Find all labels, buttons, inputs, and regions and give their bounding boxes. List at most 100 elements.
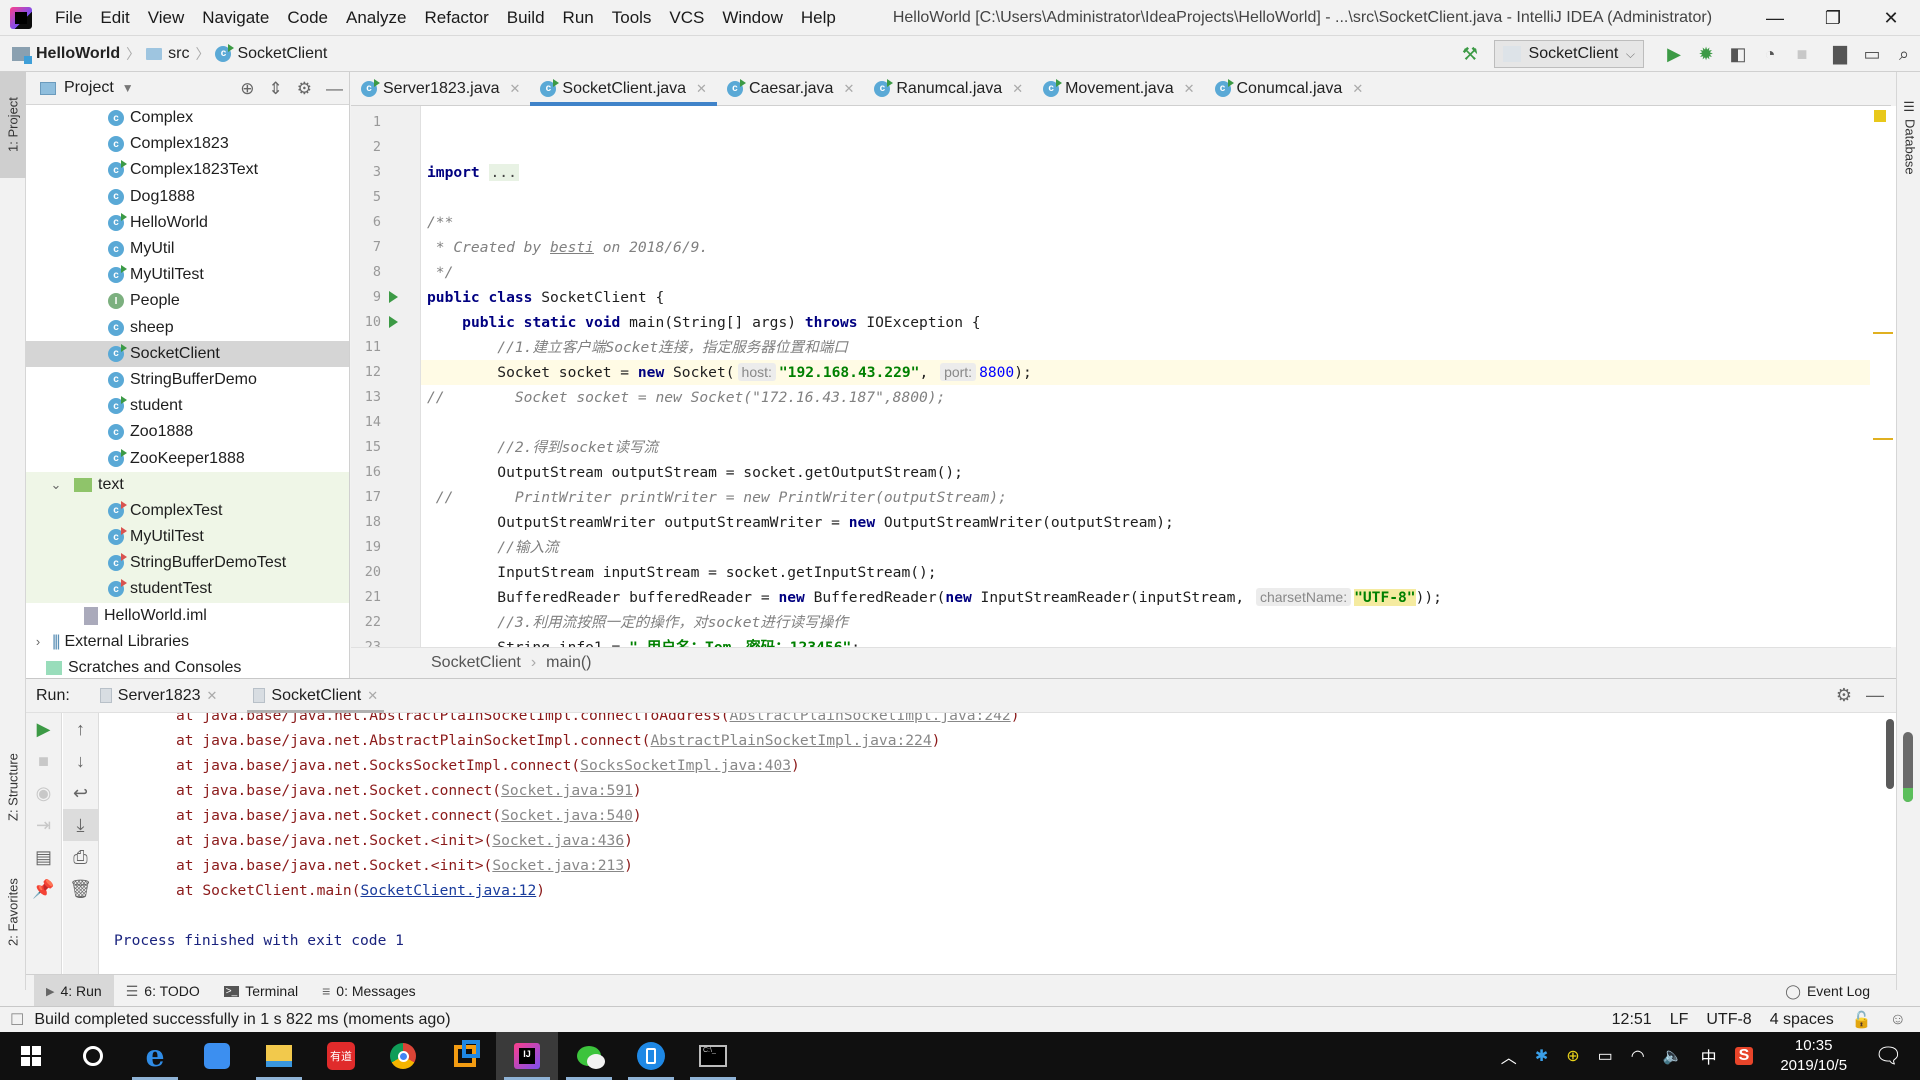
tree-item[interactable]: c HelloWorld (26, 210, 349, 236)
cortana-icon[interactable] (62, 1032, 124, 1080)
error-stripe[interactable] (1870, 106, 1896, 647)
edge-browser-icon[interactable]: e (124, 1032, 186, 1080)
tree-item-iml[interactable]: HelloWorld.iml (26, 603, 349, 629)
trash-icon[interactable]: 🗑 (63, 873, 98, 905)
code-line[interactable]: public static void main(String[] args) t… (421, 310, 1870, 335)
menu-navigate[interactable]: Navigate (193, 8, 278, 28)
gear-icon[interactable]: ⚙ (297, 79, 312, 99)
tree-item[interactable]: c Complex1823Text (26, 157, 349, 183)
source-link[interactable]: AbstractPlainSocketImpl.java:224 (650, 732, 931, 749)
stop-icon[interactable]: ■ (26, 745, 61, 777)
camera-icon[interactable]: ◉ (26, 777, 61, 809)
source-link[interactable]: Socket.java:436 (492, 832, 624, 849)
inspector-face-icon[interactable]: ☺ (1890, 1011, 1906, 1029)
input-method-indicator[interactable]: 中 (1701, 1044, 1717, 1068)
code-line[interactable]: //1.建立客户端Socket连接，指定服务器位置和端口 (421, 335, 1870, 360)
windows-start-icon[interactable] (0, 1032, 62, 1080)
code-line[interactable]: BufferedReader bufferedReader = new Buff… (421, 585, 1870, 610)
lock-open-icon[interactable]: 🔓 (1852, 1010, 1872, 1030)
tool-window-todo[interactable]: ☰ 6: TODO (114, 975, 212, 1008)
event-log-button[interactable]: ◯ Event Log (1773, 975, 1882, 1008)
warning-marker[interactable] (1873, 438, 1893, 440)
database-tool-tab[interactable]: ☰ Database (1897, 82, 1920, 192)
print-icon[interactable]: ⎙ (63, 841, 98, 873)
source-link[interactable]: AbstractPlainSocketImpl.java:242 (730, 713, 1011, 724)
close-icon[interactable]: ✕ (1012, 81, 1023, 97)
line-number[interactable]: 16 (351, 460, 381, 485)
run-with-coverage-icon[interactable]: ◧ (1722, 38, 1754, 70)
chevron-down-icon[interactable]: ⌄ (48, 477, 64, 493)
line-number[interactable]: 15 (351, 435, 381, 460)
line-number[interactable]: 6 (351, 210, 381, 235)
inspection-status-icon[interactable] (1874, 110, 1886, 122)
tree-item[interactable]: c sheep (26, 315, 349, 341)
restore-button[interactable]: ❐ (1804, 0, 1862, 36)
menu-view[interactable]: View (139, 8, 194, 28)
breadcrumb-method[interactable]: main() (546, 654, 591, 672)
console-output[interactable]: at java.base/java.net.AbstractPlainSocke… (100, 713, 1896, 974)
chevron-right-icon[interactable]: › (30, 634, 46, 649)
editor-tab[interactable]: c Caesar.java ✕ (717, 72, 864, 105)
line-number[interactable]: 1 (351, 110, 381, 135)
run-tab-socketclient[interactable]: SocketClient ✕ (247, 679, 384, 713)
line-number[interactable]: 20 (351, 560, 381, 585)
memory-indicator[interactable] (1903, 732, 1913, 802)
menu-build[interactable]: Build (498, 8, 554, 28)
menu-refactor[interactable]: Refactor (415, 8, 497, 28)
line-number[interactable]: 9 (351, 285, 381, 310)
arrow-down-icon[interactable]: ↓ (63, 745, 98, 777)
menu-analyze[interactable]: Analyze (337, 8, 415, 28)
warning-marker[interactable] (1873, 332, 1893, 334)
menu-window[interactable]: Window (713, 8, 791, 28)
close-icon[interactable]: ✕ (843, 81, 854, 97)
search-icon[interactable]: ⌕ (1888, 38, 1920, 70)
tree-item[interactable]: c StringBufferDemo (26, 367, 349, 393)
command-prompt-icon[interactable]: C:\_ (682, 1032, 744, 1080)
tool-window-terminal[interactable]: >_ Terminal (212, 975, 310, 1008)
editor-tab[interactable]: c Movement.java ✕ (1033, 72, 1204, 105)
phone-app-icon[interactable] (620, 1032, 682, 1080)
editor-tab[interactable]: c SocketClient.java ✕ (530, 72, 717, 106)
line-separator[interactable]: LF (1670, 1011, 1689, 1029)
code-line[interactable] (421, 185, 1870, 210)
breadcrumb-project[interactable]: HelloWorld (36, 45, 120, 63)
scroll-to-end-icon[interactable]: ⤓ (63, 809, 98, 841)
code-line[interactable]: */ (421, 260, 1870, 285)
tree-item[interactable]: c Zoo1888 (26, 419, 349, 445)
tray-app-icon[interactable]: ✱ (1535, 1046, 1548, 1066)
caret-position[interactable]: 12:51 (1612, 1011, 1652, 1029)
status-toggle-icon[interactable]: ☐ (10, 1010, 24, 1030)
sogou-ime-icon[interactable]: S (1734, 1047, 1754, 1065)
line-number[interactable]: 3 (351, 160, 381, 185)
soft-wrap-icon[interactable]: ↩ (63, 777, 98, 809)
line-number[interactable]: 13 (351, 385, 381, 410)
menu-vcs[interactable]: VCS (660, 8, 713, 28)
breadcrumb-src[interactable]: src (168, 45, 189, 63)
pin-icon[interactable]: 📌 (26, 873, 61, 905)
source-link[interactable]: SocketClient.java:12 (361, 882, 537, 899)
code-line[interactable] (421, 110, 1870, 135)
line-number[interactable]: 2 (351, 135, 381, 160)
code-line[interactable]: // Socket socket = new Socket("172.16.43… (421, 385, 1870, 410)
run-icon[interactable]: ▶ (1658, 38, 1690, 70)
menu-file[interactable]: File (46, 8, 91, 28)
breadcrumb-file[interactable]: SocketClient (237, 45, 327, 63)
dropdown-arrow-icon[interactable]: ▼ (122, 81, 134, 95)
tree-item[interactable]: c MyUtilTest (26, 262, 349, 288)
close-button[interactable]: ✕ (1862, 0, 1920, 36)
project-view-title[interactable]: Project (64, 79, 114, 97)
run-tab-server1823[interactable]: Server1823 ✕ (94, 679, 224, 713)
project-structure-icon[interactable]: ▇ (1824, 38, 1856, 70)
wifi-icon[interactable]: ◠ (1631, 1046, 1645, 1066)
code-line[interactable]: //输入流 (421, 535, 1870, 560)
hide-minus-icon[interactable]: — (326, 79, 343, 99)
tree-item[interactable]: c Complex1823 (26, 131, 349, 157)
show-hidden-icons-chevron[interactable]: ︿ (1501, 1044, 1517, 1068)
collapse-all-icon[interactable]: ⇕ (269, 79, 283, 99)
menu-help[interactable]: Help (792, 8, 845, 28)
tree-folder-text[interactable]: ⌄ text (26, 471, 349, 498)
source-link[interactable]: Socket.java:591 (501, 782, 633, 799)
line-number[interactable]: 11 (351, 335, 381, 360)
tree-item[interactable]: I People (26, 288, 349, 314)
tree-external-libraries[interactable]: › ||| External Libraries (26, 629, 349, 655)
